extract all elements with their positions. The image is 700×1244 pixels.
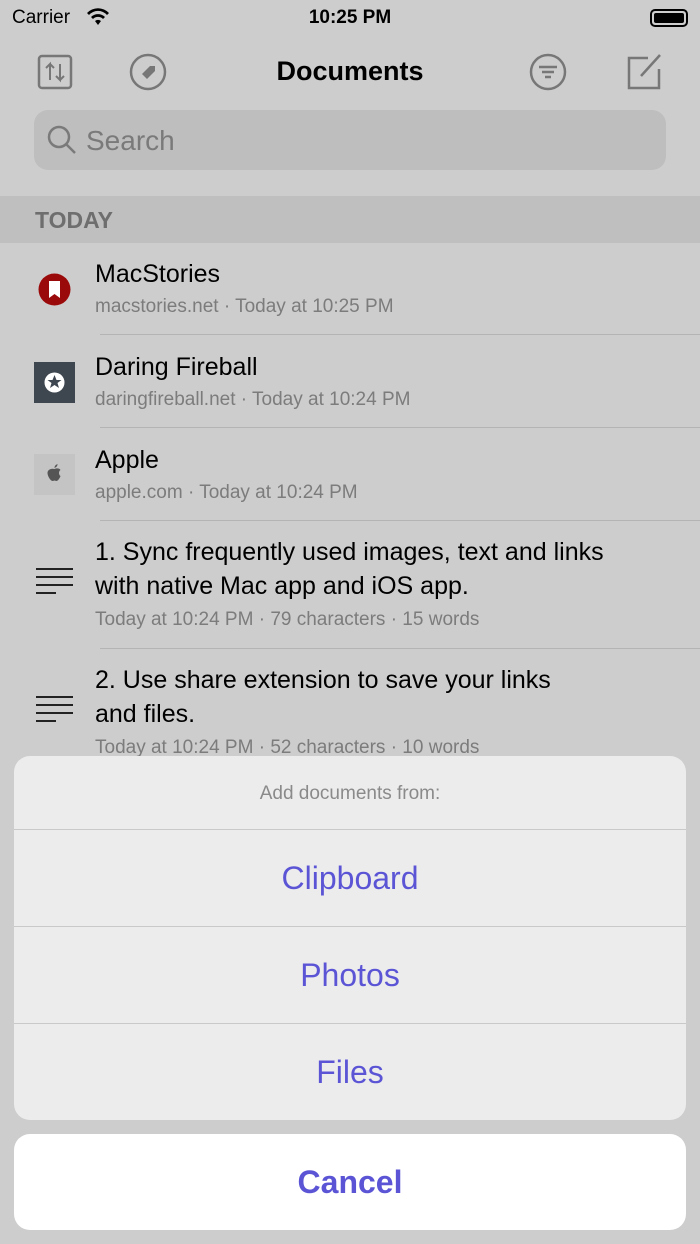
daring-fireball-icon (34, 362, 75, 403)
page-title: Documents (276, 56, 424, 86)
action-sheet: Add documents from: Clipboard Photos Fil… (14, 756, 686, 1120)
photos-button[interactable]: Photos (14, 927, 686, 1024)
item-title-line1: 2. Use share extension to save your link… (95, 666, 551, 694)
status-bar: Carrier 10:25 PM (0, 0, 700, 36)
cancel-button[interactable]: Cancel (14, 1134, 686, 1230)
nav-bar: Documents (0, 46, 700, 98)
item-subtitle: apple.com · Today at 10:24 PM (95, 482, 358, 503)
clock: 10:25 PM (308, 7, 392, 28)
item-title-line2: with native Mac app and iOS app. (95, 572, 469, 600)
macstories-icon (38, 273, 71, 306)
item-title: MacStories (95, 260, 221, 288)
search-icon (47, 125, 76, 154)
battery-icon (650, 9, 688, 27)
apple-icon (34, 454, 75, 495)
text-document-icon (36, 696, 73, 722)
action-sheet-title: Add documents from: (14, 756, 686, 830)
section-header-today: TODAY (0, 196, 700, 243)
divider (100, 334, 700, 335)
compose-icon[interactable] (624, 52, 664, 92)
list-item[interactable]: Apple apple.com · Today at 10:24 PM (0, 429, 700, 521)
item-subtitle: daringfireball.net · Today at 10:24 PM (95, 389, 411, 410)
search-placeholder: Search (86, 125, 175, 156)
filter-icon[interactable] (528, 52, 568, 92)
item-subtitle: macstories.net · Today at 10:25 PM (95, 296, 394, 317)
text-document-icon (36, 568, 73, 594)
list-item[interactable]: 1. Sync frequently used images, text and… (0, 521, 700, 649)
clipboard-button[interactable]: Clipboard (14, 830, 686, 927)
list-item[interactable]: MacStories macstories.net · Today at 10:… (0, 243, 700, 335)
item-title-line1: 1. Sync frequently used images, text and… (95, 538, 604, 566)
item-title: Daring Fireball (95, 353, 258, 381)
search-input[interactable]: Search (34, 110, 666, 170)
files-button[interactable]: Files (14, 1024, 686, 1120)
item-title: Apple (95, 446, 159, 474)
divider (100, 427, 700, 428)
item-title-line2: and files. (95, 700, 196, 728)
list-item[interactable]: Daring Fireball daringfireball.net · Tod… (0, 336, 700, 428)
item-subtitle: Today at 10:24 PM · 79 characters · 15 w… (95, 609, 480, 630)
